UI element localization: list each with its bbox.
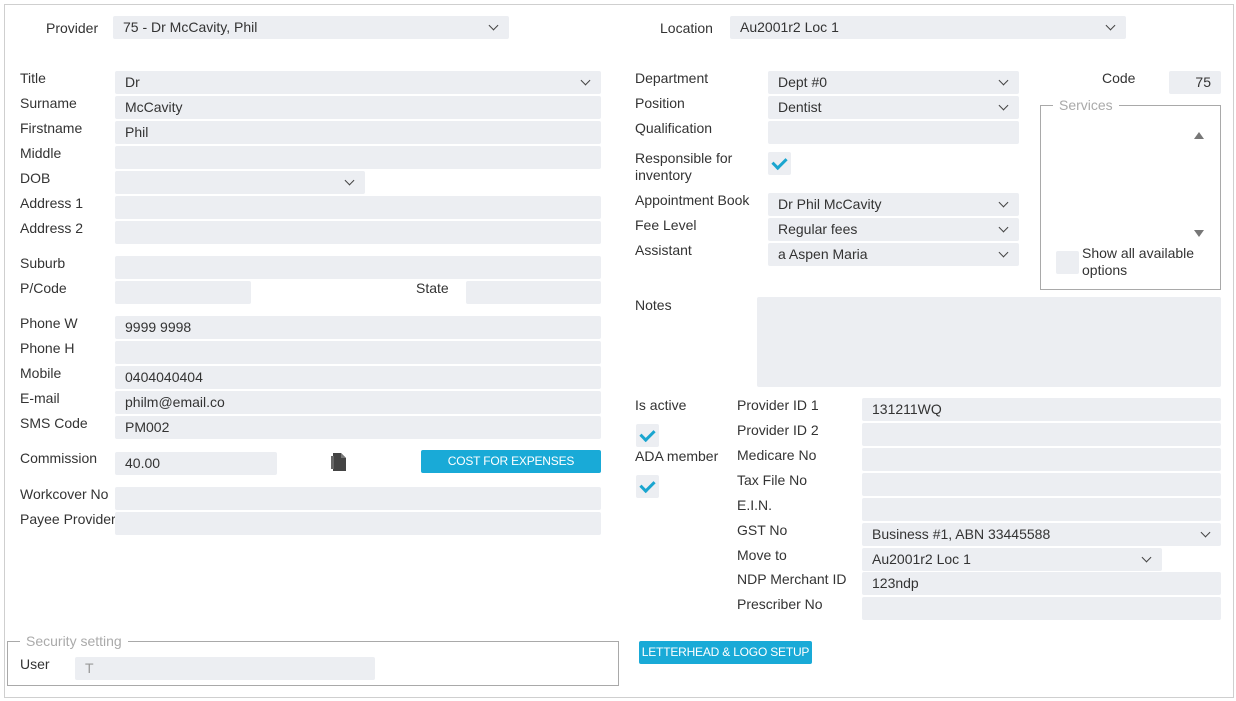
move-to-select[interactable]: Au2001r2 Loc 1 (862, 548, 1162, 571)
check-icon (639, 476, 656, 494)
pcode-input[interactable] (115, 281, 251, 304)
show-all-options-label-line2: options (1082, 262, 1128, 278)
workcover-label: Workcover No (20, 486, 109, 502)
phone-w-label: Phone W (20, 315, 78, 331)
position-select[interactable]: Dentist (768, 96, 1019, 119)
phone-w-input[interactable]: 9999 9998 (115, 316, 601, 339)
pcode-label: P/Code (20, 280, 67, 296)
security-setting-legend: Security setting (20, 633, 128, 650)
tax-file-input[interactable] (862, 473, 1221, 496)
email-input[interactable]: philm@email.co (115, 391, 601, 414)
provider-label: Provider (46, 20, 99, 36)
ein-input[interactable] (862, 498, 1221, 521)
prescriber-input[interactable] (862, 597, 1221, 620)
title-select[interactable]: Dr (115, 71, 601, 94)
responsible-label-line2: inventory (635, 167, 692, 183)
payee-provider-input[interactable] (115, 512, 601, 535)
scroll-down-icon[interactable] (1194, 230, 1204, 237)
address2-input[interactable] (115, 221, 601, 244)
address2-label: Address 2 (20, 220, 84, 236)
provider-id2-label: Provider ID 2 (737, 422, 819, 438)
provider-id1-label: Provider ID 1 (737, 397, 819, 413)
phone-h-label: Phone H (20, 340, 75, 356)
cost-for-expenses-button[interactable]: COST FOR EXPENSES (421, 450, 601, 473)
provider-id2-input[interactable] (862, 423, 1221, 446)
middle-label: Middle (20, 145, 62, 161)
appointment-book-label: Appointment Book (635, 192, 750, 208)
firstname-input[interactable]: Phil (115, 121, 601, 144)
department-select[interactable]: Dept #0 (768, 71, 1019, 94)
department-label: Department (635, 70, 709, 86)
commission-input[interactable]: 40.00 (115, 452, 277, 475)
mobile-input[interactable]: 0404040404 (115, 366, 601, 389)
address1-label: Address 1 (20, 195, 84, 211)
check-icon (639, 425, 656, 443)
letterhead-logo-setup-button[interactable]: LETTERHEAD & LOGO SETUP (639, 641, 812, 664)
prescriber-label: Prescriber No (737, 596, 823, 612)
state-label: State (416, 280, 449, 296)
tax-file-label: Tax File No (737, 472, 808, 488)
medicare-input[interactable] (862, 448, 1221, 471)
commission-label: Commission (20, 450, 98, 466)
user-input[interactable]: T (75, 657, 375, 680)
ada-member-checkbox[interactable] (636, 475, 659, 498)
email-label: E-mail (20, 390, 60, 406)
fee-level-select[interactable]: Regular fees (768, 218, 1019, 241)
scroll-up-icon[interactable] (1194, 132, 1204, 139)
services-legend: Services (1053, 97, 1119, 114)
firstname-label: Firstname (20, 120, 83, 136)
dob-label: DOB (20, 170, 51, 186)
location-label: Location (660, 20, 713, 36)
assistant-select[interactable]: a Aspen Maria (768, 243, 1019, 266)
suburb-label: Suburb (20, 255, 66, 271)
location-select[interactable]: Au2001r2 Loc 1 (730, 16, 1126, 39)
services-scrollbar[interactable] (1191, 128, 1207, 240)
phone-h-input[interactable] (115, 341, 601, 364)
suburb-input[interactable] (115, 256, 601, 279)
notes-label: Notes (635, 297, 672, 313)
fee-level-label: Fee Level (635, 217, 697, 233)
mobile-label: Mobile (20, 365, 62, 381)
is-active-checkbox[interactable] (636, 424, 659, 447)
payee-provider-label: Payee Provider (20, 511, 116, 527)
sms-code-input[interactable]: PM002 (115, 416, 601, 439)
ein-label: E.I.N. (737, 497, 773, 513)
sms-code-label: SMS Code (20, 415, 88, 431)
ndp-merchant-input[interactable]: 123ndp (862, 572, 1221, 595)
appointment-book-select[interactable]: Dr Phil McCavity (768, 193, 1019, 216)
document-icon[interactable] (330, 452, 348, 472)
assistant-label: Assistant (635, 242, 692, 258)
provider-id1-input[interactable]: 131211WQ (862, 398, 1221, 421)
user-label: User (20, 656, 50, 672)
position-label: Position (635, 95, 685, 111)
show-all-options-checkbox[interactable] (1056, 251, 1079, 274)
address1-input[interactable] (115, 196, 601, 219)
check-icon (771, 153, 788, 171)
qualification-input[interactable] (768, 121, 1019, 144)
middle-input[interactable] (115, 146, 601, 169)
ada-member-label: ADA member (635, 448, 719, 464)
state-input[interactable] (466, 281, 601, 304)
responsible-for-inventory-checkbox[interactable] (768, 152, 791, 175)
is-active-label: Is active (635, 397, 687, 413)
code-input[interactable]: 75 (1169, 71, 1221, 94)
move-to-label: Move to (737, 547, 787, 563)
title-label: Title (20, 70, 46, 86)
provider-select[interactable]: 75 - Dr McCavity, Phil (113, 16, 509, 39)
qualification-label: Qualification (635, 120, 713, 136)
gst-label: GST No (737, 522, 788, 538)
notes-textarea[interactable] (757, 297, 1221, 387)
surname-label: Surname (20, 95, 77, 111)
medicare-label: Medicare No (737, 447, 817, 463)
code-label: Code (1102, 70, 1136, 86)
show-all-options-label-line1: Show all available (1082, 245, 1195, 261)
dob-picker[interactable] (115, 171, 365, 194)
responsible-label-line1: Responsible for (635, 150, 733, 166)
gst-select[interactable]: Business #1, ABN 33445588 (862, 523, 1221, 546)
workcover-input[interactable] (115, 487, 601, 510)
ndp-merchant-label: NDP Merchant ID (737, 571, 847, 587)
surname-input[interactable]: McCavity (115, 96, 601, 119)
